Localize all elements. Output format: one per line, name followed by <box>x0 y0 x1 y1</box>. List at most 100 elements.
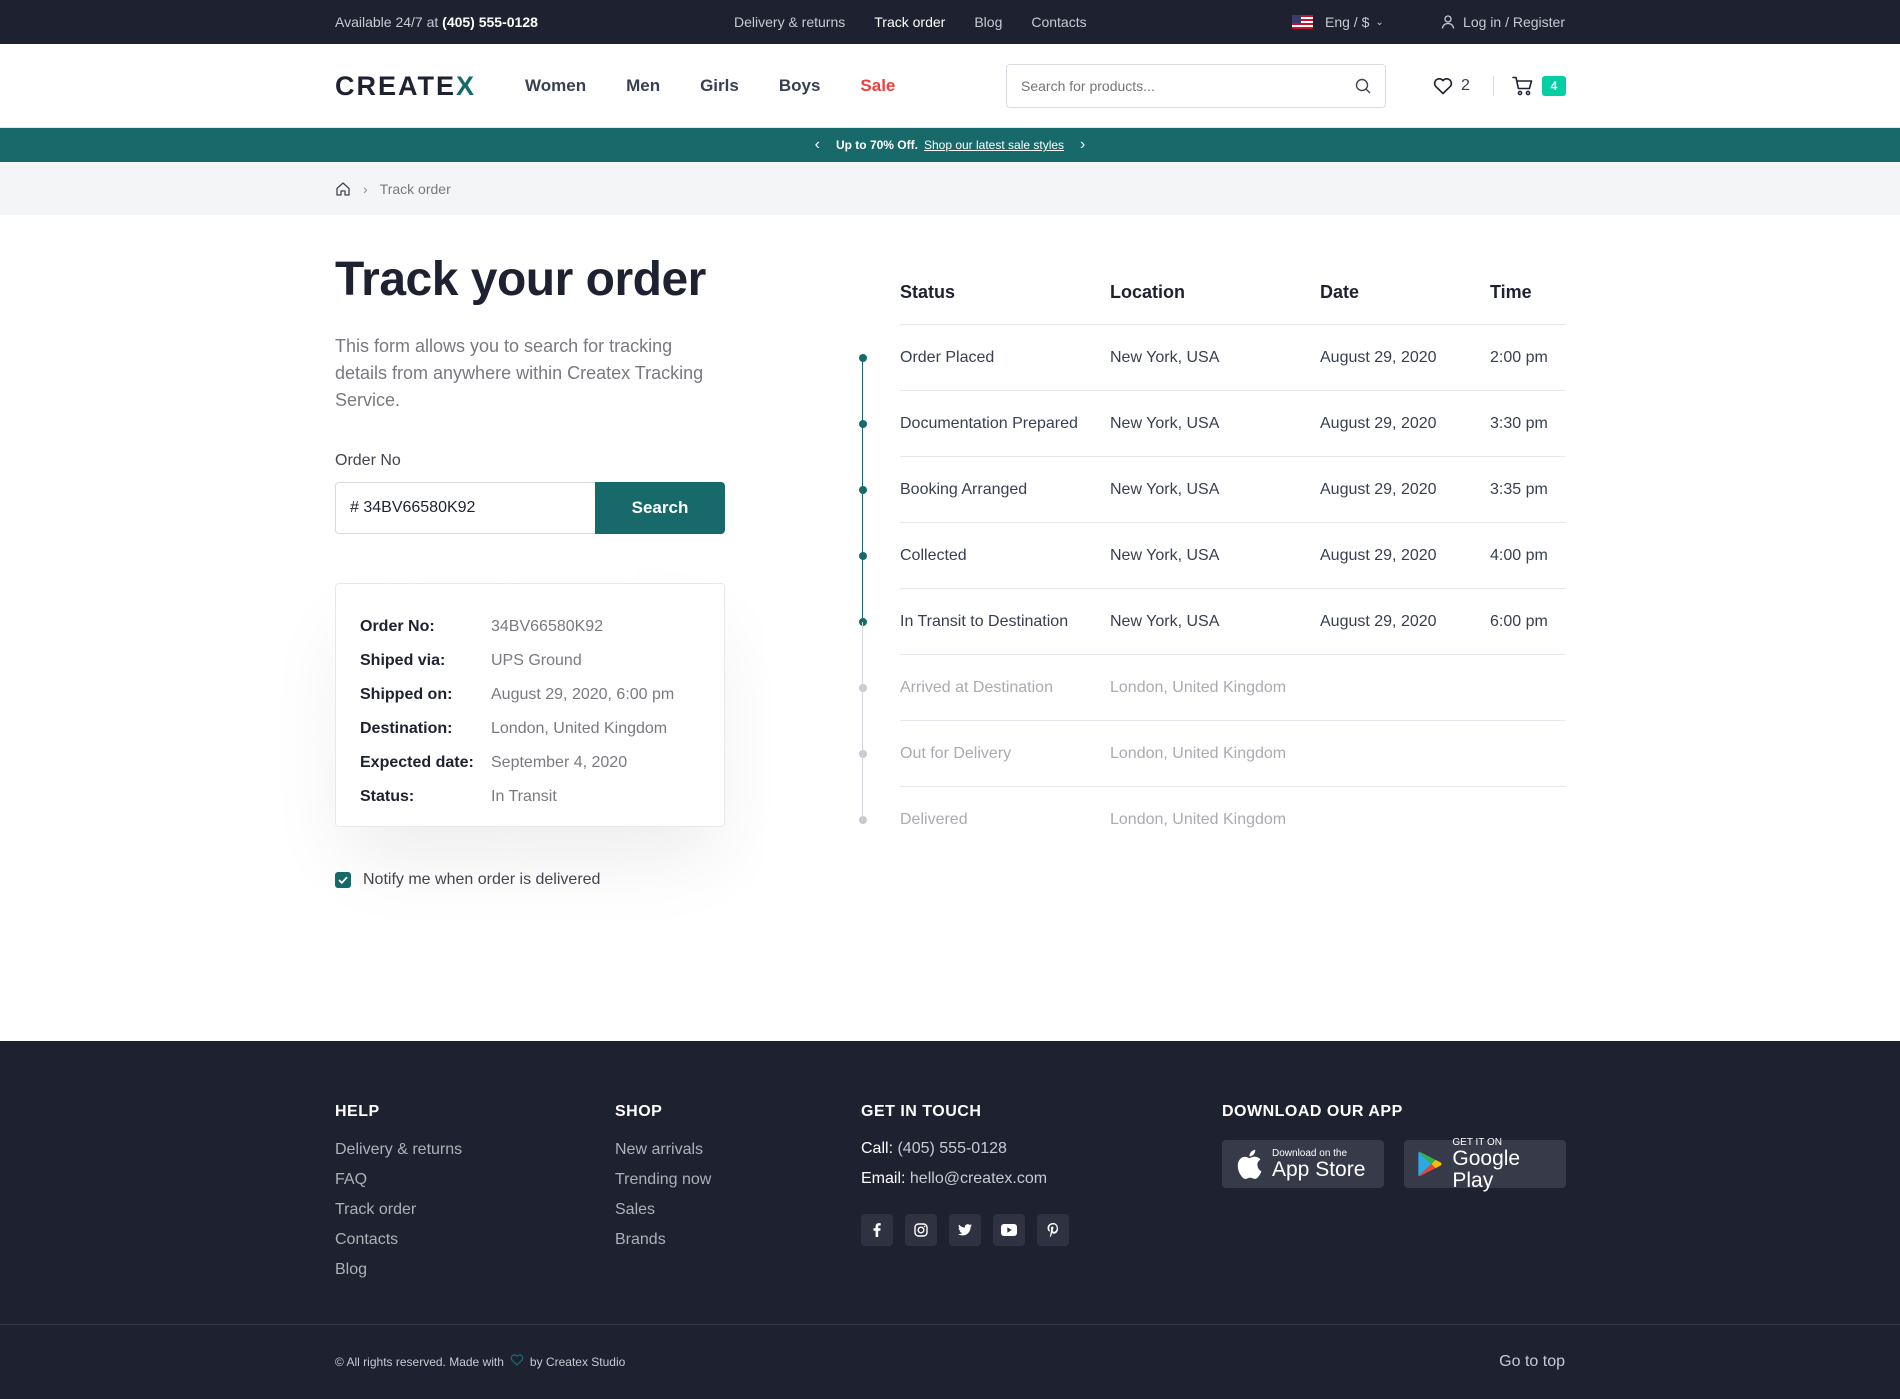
tracking-row-cells: Documentation Prepared New York, USA Augus… <box>900 391 1565 457</box>
nav-girls[interactable]: Girls <box>700 76 739 96</box>
login-register-link[interactable]: Log in / Register <box>1441 14 1565 30</box>
order-info-key: Destination: <box>360 719 453 737</box>
timeline-dot-complete <box>859 354 867 362</box>
footer-shop-link[interactable]: Brands <box>615 1230 711 1260</box>
nav-boys[interactable]: Boys <box>779 76 821 96</box>
header-divider <box>1493 76 1494 96</box>
topbar-phone[interactable]: (405) 555-0128 <box>442 14 538 30</box>
topbar: Available 24/7 at (405) 555-0128 Deliver… <box>0 0 1900 44</box>
footer-shop-column: SHOP New arrivals Trending now Sales Brands <box>615 1103 711 1260</box>
footer-help-link[interactable]: Delivery & returns <box>335 1140 462 1170</box>
topbar-link-blog[interactable]: Blog <box>974 14 1002 30</box>
promo-link[interactable]: Shop our latest sale styles <box>924 138 1064 152</box>
email-value[interactable]: hello@createx.com <box>910 1170 1047 1187</box>
tracking-row: Arrived at Destination London, United Kin… <box>856 655 1565 721</box>
footer-app-column: DOWNLOAD OUR APP Download on the App Sto… <box>1222 1103 1566 1191</box>
timeline-progress-line <box>862 358 863 622</box>
topbar-link-track-order[interactable]: Track order <box>874 14 945 30</box>
search-button[interactable]: Search <box>595 481 725 534</box>
google-play-icon <box>1418 1151 1442 1177</box>
google-play-button[interactable]: GET IT ON Google Play <box>1404 1137 1566 1191</box>
home-icon[interactable] <box>335 181 351 197</box>
search-icon[interactable] <box>1355 78 1371 94</box>
main-nav: Women Men Girls Boys Sale <box>525 76 935 96</box>
breadcrumb-chevron-icon: › <box>363 180 368 197</box>
topbar-link-contacts[interactable]: Contacts <box>1031 14 1086 30</box>
instagram-icon[interactable] <box>905 1214 937 1246</box>
tracking-row-cells: Collected New York, USA August 29, 2020 4:0… <box>900 523 1565 589</box>
tracking-cell-date: August 29, 2020 <box>1320 612 1437 630</box>
tracking-row-cells: Delivered London, United Kingdom <box>900 787 1565 853</box>
tracking-cell-location: New York, USA <box>1110 414 1220 432</box>
search-box <box>1006 64 1386 108</box>
copyright-text: © All rights reserved. Made with <box>335 1354 504 1369</box>
footer-help-link[interactable]: Blog <box>335 1260 462 1290</box>
search-input[interactable] <box>1021 78 1355 94</box>
tracking-row: Out for Delivery London, United Kingdom <box>856 721 1565 787</box>
language-label: Eng / $ <box>1325 14 1370 30</box>
wishlist-button[interactable]: 2 <box>1433 77 1470 95</box>
tracking-cell-time: 2:00 pm <box>1490 348 1548 366</box>
pinterest-icon[interactable] <box>1037 1214 1069 1246</box>
login-label: Log in / Register <box>1463 14 1565 30</box>
call-value[interactable]: (405) 555-0128 <box>897 1140 1006 1157</box>
tracking-cell-status: Arrived at Destination <box>900 678 1053 696</box>
us-flag-icon <box>1292 15 1313 29</box>
tracking-cell-location: London, United Kingdom <box>1110 744 1287 762</box>
tracking-table-body: Order Placed New York, USA August 29, 2020… <box>856 325 1565 853</box>
main-content: Track your order This form allows you to… <box>0 215 1900 1040</box>
footer-email: Email: hello@createx.com <box>861 1170 1081 1200</box>
tracking-cell-time: 6:00 pm <box>1490 612 1548 630</box>
tracking-row-cells: Out for Delivery London, United Kingdom <box>900 721 1565 787</box>
header-location: Location <box>1110 281 1185 302</box>
footer-shop-link[interactable]: New arrivals <box>615 1140 711 1170</box>
order-no-input[interactable] <box>335 481 595 534</box>
tracking-cell-status: Out for Delivery <box>900 744 1012 762</box>
chevron-right-icon[interactable]: › <box>1080 136 1085 154</box>
go-to-top-link[interactable]: Go to top <box>1499 1353 1565 1371</box>
topbar-link-delivery[interactable]: Delivery & returns <box>734 14 845 30</box>
youtube-icon[interactable] <box>993 1214 1025 1246</box>
nav-sale[interactable]: Sale <box>860 76 895 96</box>
chevron-left-icon[interactable]: ‹ <box>815 136 820 154</box>
nav-men[interactable]: Men <box>626 76 660 96</box>
tracking-cell-location: New York, USA <box>1110 480 1220 498</box>
header-date: Date <box>1320 281 1360 302</box>
footer-help-link[interactable]: FAQ <box>335 1170 462 1200</box>
tracking-row-cells: Order Placed New York, USA August 29, 2020… <box>900 325 1565 391</box>
twitter-icon[interactable] <box>949 1214 981 1246</box>
language-currency-selector[interactable]: Eng / $ ⌄ <box>1292 14 1384 30</box>
app-store-big-text: App Store <box>1272 1157 1366 1181</box>
footer-help-link[interactable]: Contacts <box>335 1230 462 1260</box>
createx-logo[interactable]: CREATEX <box>335 71 476 102</box>
footer-help-link[interactable]: Track order <box>335 1200 462 1230</box>
footer: HELP Delivery & returns FAQ Track order Con… <box>0 1041 1900 1399</box>
notify-checkbox[interactable] <box>335 871 351 888</box>
header: CREATEX Women Men Girls Boys Sale 2 <box>0 44 1900 128</box>
order-info-key: Shipped on: <box>360 685 453 703</box>
tracking-cell-location: New York, USA <box>1110 546 1220 564</box>
order-info-value: 34BV66580K92 <box>491 617 604 635</box>
footer-shop-link[interactable]: Sales <box>615 1200 711 1230</box>
facebook-icon[interactable] <box>861 1214 893 1246</box>
footer-shop-link[interactable]: Trending now <box>615 1170 711 1200</box>
notify-checkbox-row[interactable]: Notify me when order is delivered <box>335 871 725 889</box>
order-search-form: Search <box>335 481 725 534</box>
nav-women[interactable]: Women <box>525 76 586 96</box>
footer-contact-column: GET IN TOUCH Call: (405) 555-0128 Email:… <box>861 1103 1081 1246</box>
order-info-key: Expected date: <box>360 753 474 771</box>
timeline-pending-line <box>862 622 863 820</box>
promo-bold-text: Up to 70% Off. <box>835 138 918 152</box>
footer-contact-title: GET IN TOUCH <box>861 1103 982 1120</box>
order-details-card: Order No: 34BV66580K92 Shiped via: UPS Grou… <box>335 582 725 827</box>
tracking-cell-status: Documentation Prepared <box>900 414 1078 432</box>
app-store-button[interactable]: Download on the App Store <box>1222 1140 1384 1188</box>
apple-icon <box>1237 1149 1262 1179</box>
notify-label: Notify me when order is delivered <box>363 870 601 888</box>
promo-bar: ‹ Up to 70% Off. Shop our latest sale st… <box>0 128 1900 162</box>
cart-button[interactable]: 4 <box>1512 76 1566 96</box>
tracking-row: Delivered London, United Kingdom <box>856 787 1565 853</box>
copyright-author: by Createx Studio <box>529 1354 626 1369</box>
tracking-cell-date: August 29, 2020 <box>1320 480 1437 498</box>
footer-shop-title: SHOP <box>615 1103 663 1120</box>
